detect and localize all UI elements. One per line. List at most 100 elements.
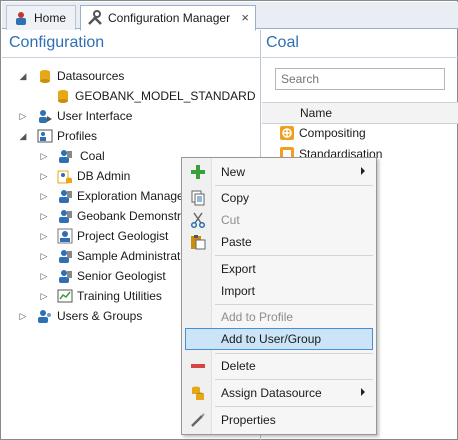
menu-separator xyxy=(215,255,373,256)
menu-item-label: Add to Profile xyxy=(221,310,294,324)
menu-separator xyxy=(215,406,373,407)
tree-item-label: Geobank Demonstrat xyxy=(77,209,192,223)
tree-item-user-interface[interactable]: ▷ User Interface xyxy=(18,106,132,126)
compositing-icon xyxy=(279,125,295,141)
divider xyxy=(2,57,260,58)
menu-item-label: Import xyxy=(221,284,256,298)
tree-item-db-admin[interactable]: ▷ DB Admin xyxy=(39,166,130,186)
submenu-arrow-icon xyxy=(361,388,365,396)
search-input[interactable] xyxy=(275,68,445,90)
tree-item-coal[interactable]: ▷ Coal xyxy=(39,146,108,166)
expand-icon[interactable]: ▷ xyxy=(39,211,49,221)
pane-title-coal: Coal xyxy=(266,34,299,51)
tree-item-label: Project Geologist xyxy=(77,229,169,243)
database-icon xyxy=(37,68,53,84)
tree-item-label: DB Admin xyxy=(77,169,131,183)
menu-separator xyxy=(215,353,373,354)
menu-item-properties[interactable]: Properties xyxy=(185,409,373,431)
menu-item-cut[interactable]: Cut xyxy=(185,209,373,231)
tree-item-users-groups[interactable]: ▷ Users & Groups xyxy=(18,306,142,326)
expand-icon[interactable]: ▷ xyxy=(39,171,49,181)
profile-icon xyxy=(57,188,73,204)
paste-icon xyxy=(189,233,207,251)
expand-icon[interactable]: ▷ xyxy=(39,271,49,281)
db-admin-icon xyxy=(57,168,73,184)
properties-icon xyxy=(189,411,207,429)
menu-item-export[interactable]: Export xyxy=(185,258,373,280)
menu-item-label: Export xyxy=(221,262,256,276)
tree-item-senior-geologist[interactable]: ▷ Senior Geologist xyxy=(39,266,166,286)
grid-row-label: Compositing xyxy=(299,126,366,140)
pane-title-configuration: Configuration xyxy=(9,34,105,51)
datasource-icon xyxy=(189,384,207,402)
copy-icon xyxy=(189,189,207,207)
delete-icon xyxy=(189,357,207,375)
tree-item-label: Senior Geologist xyxy=(77,269,166,283)
tree-item-datasources[interactable]: ◢ Datasources xyxy=(18,66,124,86)
tree-item-label: User Interface xyxy=(57,109,133,123)
profile-icon xyxy=(57,148,73,164)
menu-item-label: Cut xyxy=(221,213,240,227)
profile-icon xyxy=(57,268,73,284)
grid-row-compositing[interactable]: Compositing xyxy=(262,123,458,143)
plus-icon xyxy=(189,163,207,181)
menu-item-label: Paste xyxy=(221,235,252,249)
tree-item-sample-administration[interactable]: ▷ Sample Administrati xyxy=(39,246,183,266)
submenu-arrow-icon xyxy=(361,167,365,175)
user-interface-icon xyxy=(37,108,53,124)
tree-item-exploration-manager[interactable]: ▷ Exploration Manage xyxy=(39,186,184,206)
menu-item-label: Delete xyxy=(221,359,256,373)
tab-configuration-manager[interactable]: Configuration Manager × xyxy=(80,5,256,31)
menu-item-label: Assign Datasource xyxy=(221,386,322,400)
divider xyxy=(262,57,458,58)
expand-icon[interactable]: ▷ xyxy=(39,151,49,161)
grid-header: Name xyxy=(262,102,458,124)
tree-item-profiles[interactable]: ◢ Profiles xyxy=(18,126,97,146)
collapse-icon[interactable]: ◢ xyxy=(18,131,28,141)
menu-item-label: Properties xyxy=(221,413,276,427)
expand-icon[interactable]: ▷ xyxy=(39,291,49,301)
menu-item-label: Copy xyxy=(221,191,250,205)
menu-item-copy[interactable]: Copy xyxy=(185,187,373,209)
tree-item-training-utilities[interactable]: ▷ Training Utilities xyxy=(39,286,162,306)
menu-separator xyxy=(215,185,373,186)
menu-item-paste[interactable]: Paste xyxy=(185,231,373,253)
tree-item-label: Training Utilities xyxy=(77,289,162,303)
tab-strip: Home Configuration Manager × xyxy=(2,2,458,31)
expand-icon[interactable]: ▷ xyxy=(39,231,49,241)
cut-icon xyxy=(189,211,207,229)
training-icon xyxy=(57,288,73,304)
tab-home-label: Home xyxy=(34,11,67,25)
menu-item-new[interactable]: New xyxy=(185,161,373,183)
tab-configuration-manager-label: Configuration Manager xyxy=(108,11,231,25)
menu-item-label: Add to User/Group xyxy=(221,332,322,346)
tree-item-label: GEOBANK_MODEL_STANDARD xyxy=(75,89,256,103)
menu-item-assign-datasource[interactable]: Assign Datasource xyxy=(185,382,373,404)
tab-home[interactable]: Home xyxy=(6,5,76,30)
application-window: Home Configuration Manager × Configurati… xyxy=(0,0,458,440)
collapse-icon[interactable]: ◢ xyxy=(18,71,28,81)
tree-item-geobank-demonstration[interactable]: ▷ Geobank Demonstrat xyxy=(39,206,191,226)
profiles-icon xyxy=(37,128,53,144)
menu-item-import[interactable]: Import xyxy=(185,280,373,302)
tree-item-label: Users & Groups xyxy=(57,309,143,323)
expand-icon[interactable]: ▷ xyxy=(18,111,28,121)
menu-separator xyxy=(215,379,373,380)
profile-icon xyxy=(57,248,73,264)
menu-item-add-to-user-group[interactable]: Add to User/Group xyxy=(185,328,373,350)
tree-item-geobank-model-standard[interactable]: GEOBANK_MODEL_STANDARD xyxy=(55,86,256,106)
tree-item-label: Profiles xyxy=(57,129,98,143)
tree-item-label: Sample Administrati xyxy=(77,249,184,263)
menu-item-delete[interactable]: Delete xyxy=(185,355,373,377)
home-icon xyxy=(13,10,29,26)
tools-icon xyxy=(87,10,103,26)
tree-item-project-geologist[interactable]: ▷ Project Geologist xyxy=(39,226,168,246)
expand-icon[interactable]: ▷ xyxy=(39,251,49,261)
close-tab-icon[interactable]: × xyxy=(241,10,249,25)
tree-item-label: Datasources xyxy=(57,69,125,83)
expand-icon[interactable]: ▷ xyxy=(18,311,28,321)
expand-icon[interactable]: ▷ xyxy=(39,191,49,201)
menu-item-add-to-profile[interactable]: Add to Profile xyxy=(185,306,373,328)
column-header-name[interactable]: Name xyxy=(300,106,332,120)
context-menu: New Copy Cut Paste Export Import Add to … xyxy=(181,157,377,435)
